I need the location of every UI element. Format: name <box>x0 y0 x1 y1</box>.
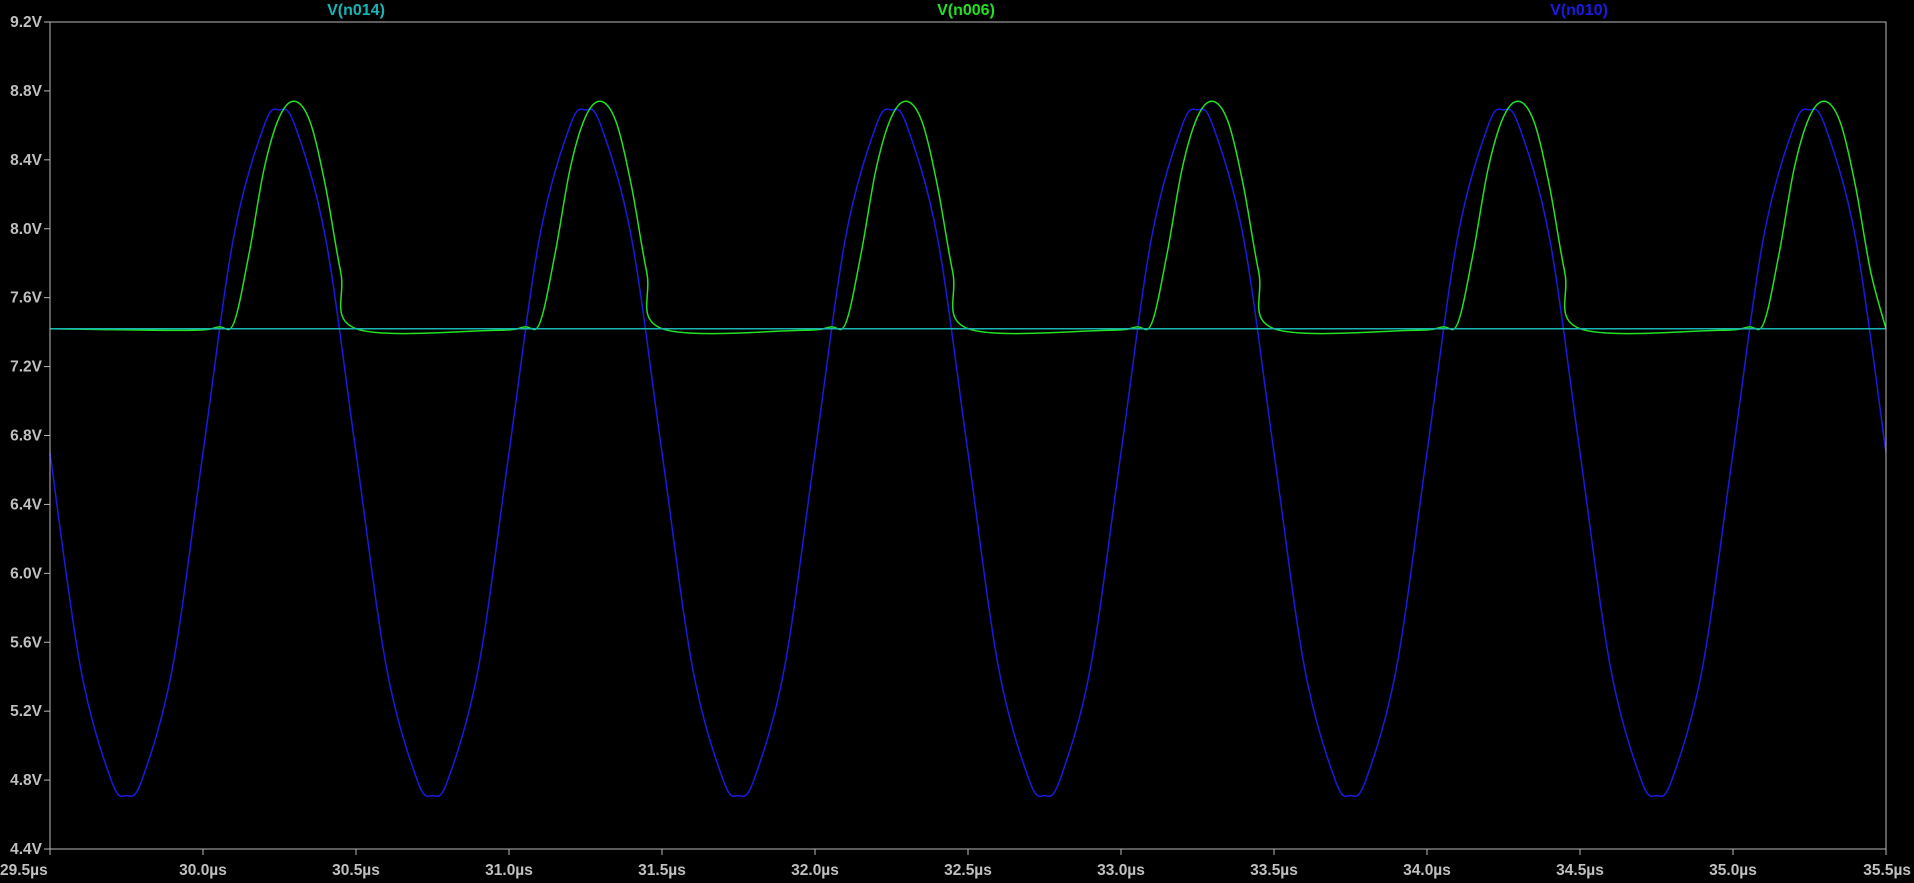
x-tick-label: 30.0µs <box>179 862 227 879</box>
y-tick-label: 5.6V <box>10 634 43 651</box>
x-tick-label: 34.5µs <box>1556 862 1604 879</box>
x-tick-label: 35.5µs <box>1863 862 1911 879</box>
y-tick-label: 8.0V <box>10 221 43 238</box>
x-tick-label: 32.0µs <box>791 862 839 879</box>
x-tick-label: 30.5µs <box>332 862 380 879</box>
y-tick-label: 7.2V <box>10 359 43 376</box>
legend-entry[interactable]: V(n010) <box>1550 2 1608 19</box>
waveform-plot[interactable]: 9.2V 8.8V 8.4V 8.0V 7.6V 7.2V 6.8V 6.4V 6.0V 5.6V… <box>0 0 1914 883</box>
y-tick-label: 4.8V <box>10 772 43 789</box>
x-tick-label: 31.0µs <box>485 862 533 879</box>
legend-entry[interactable]: V(n014) <box>327 2 385 19</box>
x-tick-label: 29.5µs <box>0 862 48 879</box>
x-tick-label: 35.0µs <box>1709 862 1757 879</box>
y-tick-label: 6.0V <box>10 565 43 582</box>
x-tick-label: 34.0µs <box>1403 862 1451 879</box>
x-tick-label: 33.5µs <box>1250 862 1298 879</box>
x-tick-label: 31.5µs <box>638 862 686 879</box>
x-tick-label: 32.5µs <box>944 862 992 879</box>
y-tick-label: 8.4V <box>10 152 43 169</box>
y-tick-label: 4.4V <box>10 841 43 858</box>
legend-entry[interactable]: V(n006) <box>937 2 995 19</box>
y-tick-label: 6.4V <box>10 496 43 513</box>
x-tick-label: 33.0µs <box>1097 862 1145 879</box>
y-tick-label: 9.2V <box>10 14 43 31</box>
y-tick-label: 7.6V <box>10 290 43 307</box>
y-tick-label: 5.2V <box>10 703 43 720</box>
plot-background <box>0 0 1914 883</box>
y-tick-label: 6.8V <box>10 428 43 445</box>
y-tick-label: 8.8V <box>10 83 43 100</box>
